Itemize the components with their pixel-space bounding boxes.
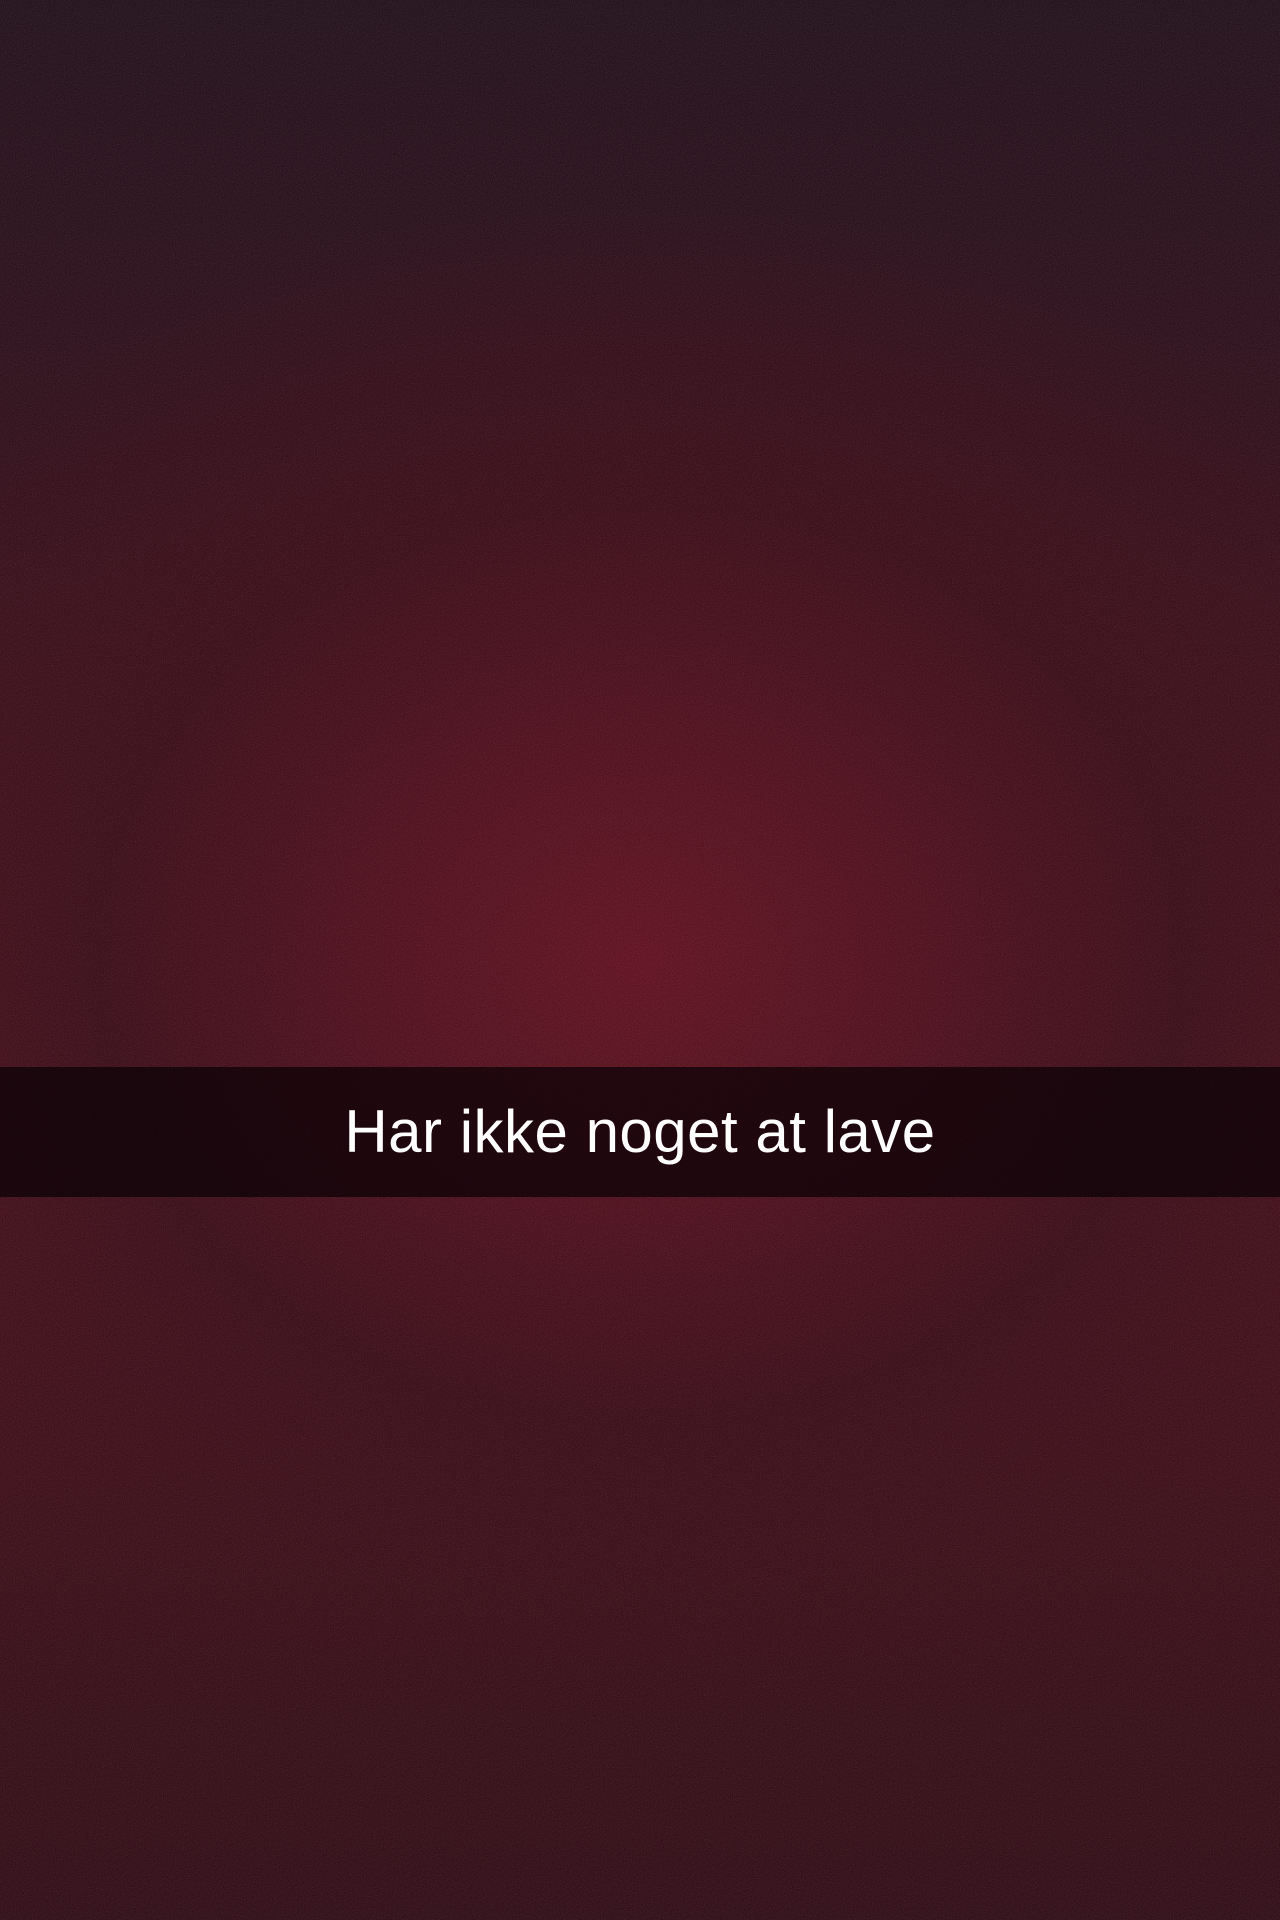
grain-texture <box>0 0 1280 1920</box>
caption-text: Har ikke noget at lave <box>344 1098 936 1165</box>
dark-red-photo: Har ikke noget at lave <box>0 0 1280 1920</box>
caption-bar: Har ikke noget at lave <box>0 1067 1280 1197</box>
